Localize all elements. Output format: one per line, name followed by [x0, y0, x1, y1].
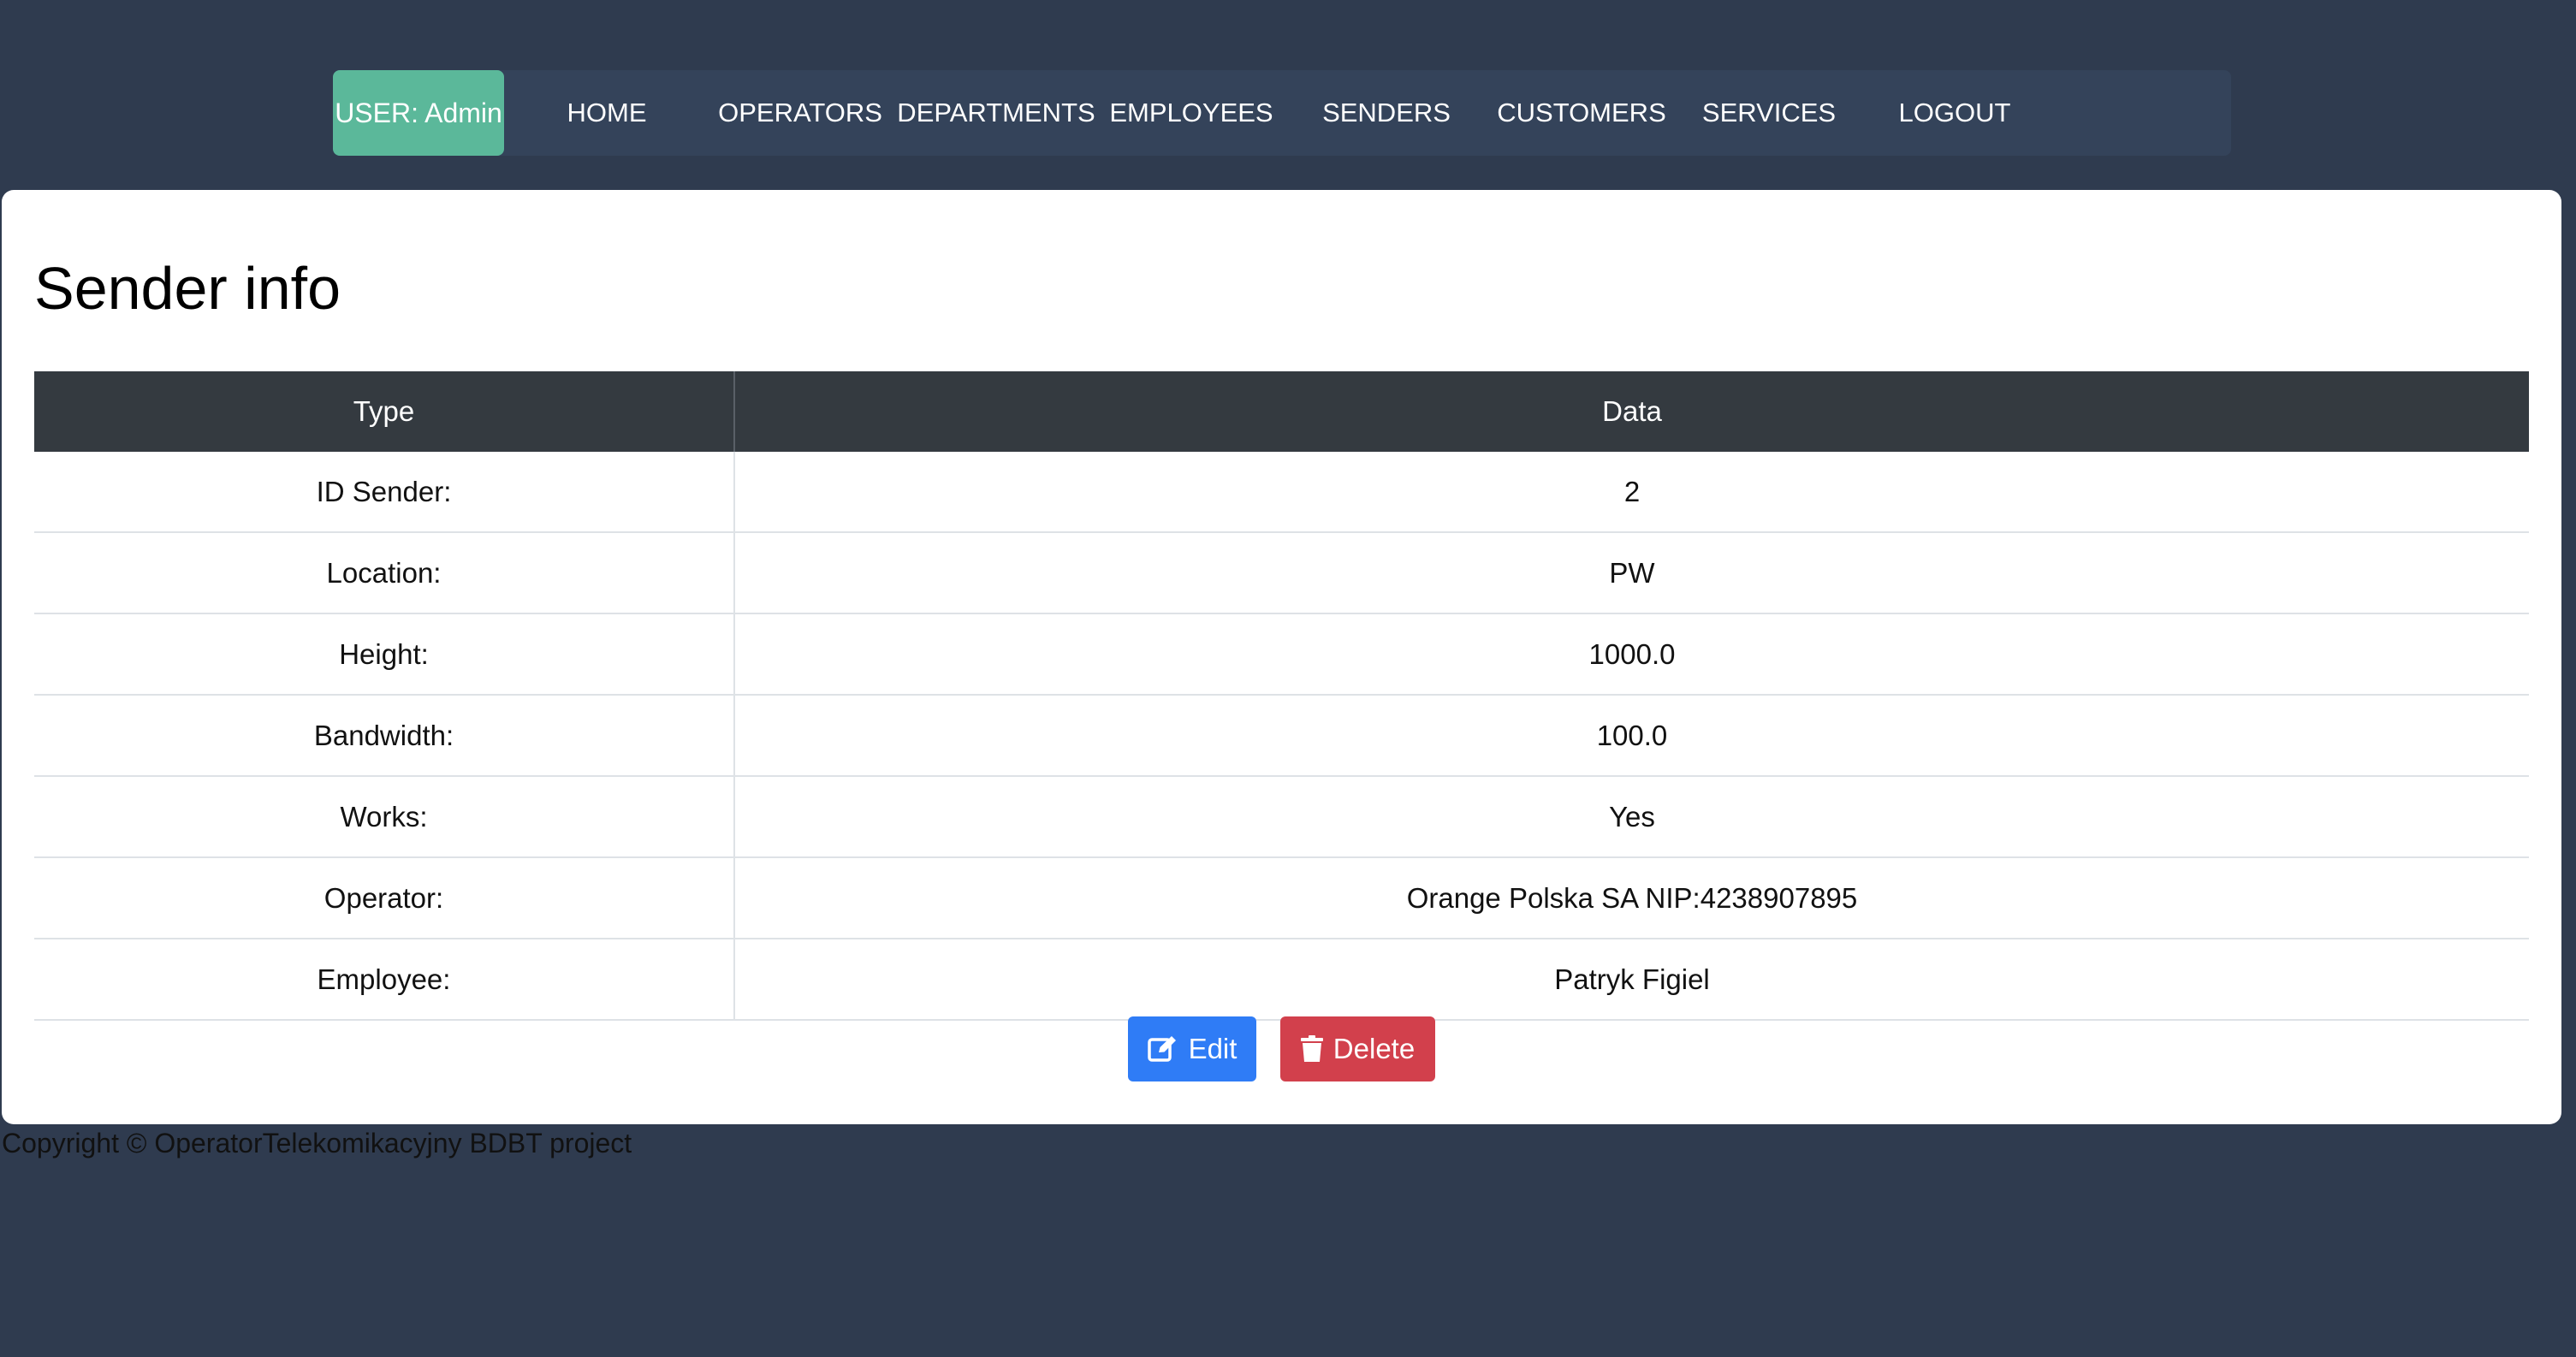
table-header-row: Type Data: [34, 371, 2529, 452]
edit-label: Edit: [1188, 1033, 1238, 1064]
table-row: Height: 1000.0: [34, 613, 2529, 696]
nav-logout[interactable]: LOGOUT: [1899, 70, 2011, 156]
delete-label: Delete: [1333, 1033, 1416, 1064]
row-data-cell: 2: [734, 452, 2529, 533]
table-row: Employee: Patryk Figiel: [34, 939, 2529, 1021]
column-header-data: Data: [734, 371, 2529, 452]
table-row: ID Sender: 2: [34, 452, 2529, 533]
row-data-cell: 100.0: [734, 695, 2529, 777]
sender-info-table: Type Data ID Sender: 2 Location: PW Heig…: [34, 371, 2529, 1021]
edit-icon: [1147, 1035, 1178, 1063]
top-navbar: USER: Admin HOME OPERATORS DEPARTMENTS E…: [333, 70, 2231, 156]
row-type-cell: ID Sender:: [34, 452, 735, 533]
row-type-cell: Works:: [34, 776, 735, 858]
edit-button[interactable]: Edit: [1128, 1016, 1256, 1081]
row-type-cell: Bandwidth:: [34, 695, 735, 777]
row-data-cell: Orange Polska SA NIP:4238907895: [734, 857, 2529, 939]
row-type-cell: Operator:: [34, 857, 735, 939]
row-type-cell: Location:: [34, 532, 735, 614]
column-header-type: Type: [34, 371, 735, 452]
page-title: Sender info: [34, 255, 341, 322]
nav-home[interactable]: HOME: [567, 70, 647, 156]
nav-employees[interactable]: EMPLOYEES: [1109, 70, 1273, 156]
user-badge[interactable]: USER: Admin: [333, 70, 504, 156]
row-data-cell: PW: [734, 532, 2529, 614]
nav-operators[interactable]: OPERATORS: [718, 70, 882, 156]
nav-senders[interactable]: SENDERS: [1322, 70, 1451, 156]
table-row: Operator: Orange Polska SA NIP:423890789…: [34, 857, 2529, 939]
trash-icon: [1300, 1035, 1323, 1063]
nav-departments[interactable]: DEPARTMENTS: [897, 70, 1095, 156]
table-row: Works: Yes: [34, 776, 2529, 858]
row-data-cell: Yes: [734, 776, 2529, 858]
nav-services[interactable]: SERVICES: [1702, 70, 1836, 156]
footer-copyright: Copyright © OperatorTelekomikacyjny BDBT…: [2, 1128, 632, 1158]
row-type-cell: Height:: [34, 613, 735, 696]
row-data-cell: Patryk Figiel: [734, 939, 2529, 1021]
delete-button[interactable]: Delete: [1280, 1016, 1435, 1081]
table-row: Bandwidth: 100.0: [34, 695, 2529, 777]
row-data-cell: 1000.0: [734, 613, 2529, 696]
table-row: Location: PW: [34, 532, 2529, 614]
nav-customers[interactable]: CUSTOMERS: [1497, 70, 1666, 156]
row-type-cell: Employee:: [34, 939, 735, 1021]
